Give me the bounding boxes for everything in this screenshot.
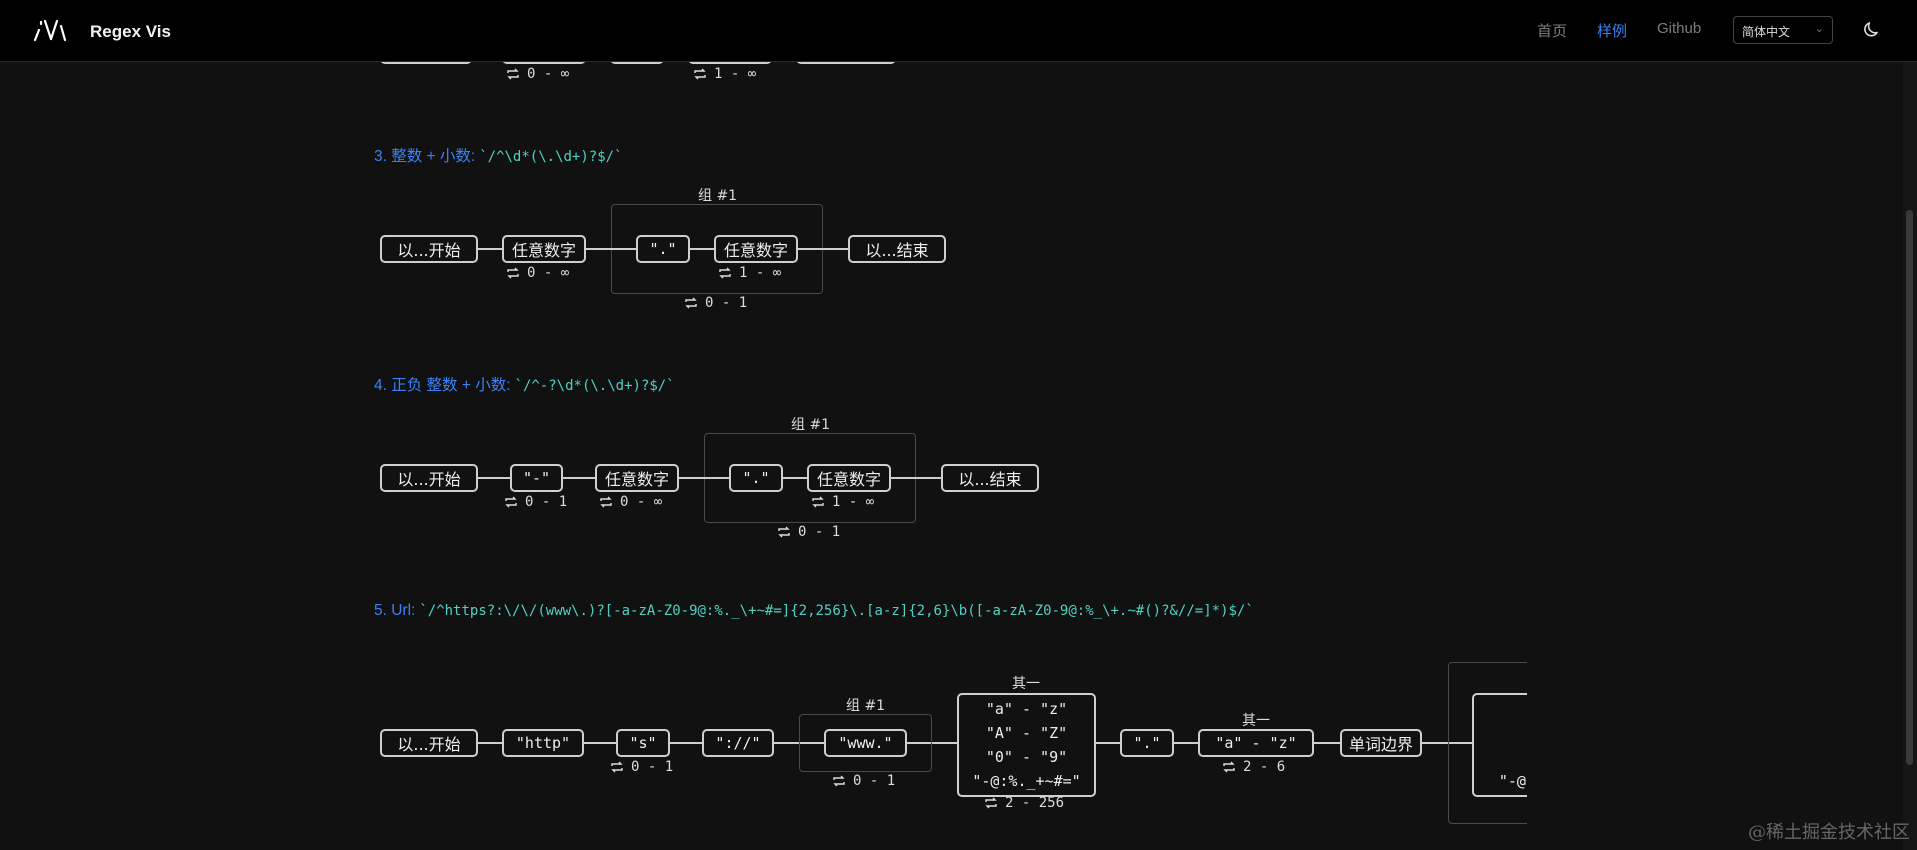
node-start[interactable]: 以...开始 [380, 729, 478, 757]
node-a-z[interactable]: "a" - "z" [1198, 729, 1314, 757]
regex-vis-logo[interactable] [32, 18, 68, 42]
language-select[interactable]: 简体中文 ⌄ [1733, 16, 1833, 44]
language-value: 简体中文 [1742, 25, 1791, 39]
quantifier: 0 - 1 [831, 773, 895, 789]
repeat-icon [1223, 761, 1235, 773]
app-title[interactable]: Regex Vis [90, 22, 171, 42]
quantifier: 2 - 256 [983, 795, 1064, 811]
link [1314, 742, 1340, 744]
range-item: "A" - "Z" [985, 724, 1068, 742]
watermark: @稀土掘金技术社区 [1748, 822, 1910, 843]
repeat-icon [611, 761, 623, 773]
moon-icon[interactable] [1862, 20, 1882, 40]
choice-label: 其一 [1012, 676, 1040, 692]
node-www[interactable]: "www." [824, 729, 907, 757]
choice-label: 其一 [1242, 713, 1270, 729]
link [1422, 742, 1448, 744]
node-http[interactable]: "http" [502, 729, 584, 757]
link [478, 742, 502, 744]
range-item: "0" - "9" [985, 748, 1068, 766]
nav-github[interactable]: Github [1657, 20, 1701, 37]
range-item: "-@:% [1498, 772, 1527, 790]
group-label: 组 #1 [846, 698, 886, 714]
nav-examples[interactable]: 样例 [1597, 20, 1627, 41]
repeat-icon [833, 775, 845, 787]
link [1174, 742, 1198, 744]
node-dot[interactable]: "." [1120, 729, 1174, 757]
scrollbar-thumb[interactable] [1906, 210, 1913, 765]
range-item: "-@:%._+~#=" [972, 772, 1081, 790]
link [584, 742, 616, 744]
node-char-set[interactable]: "a" - "z" "A" - "Z" "0" - "9" "-@:%._+~#… [957, 693, 1096, 797]
node-char-set[interactable]: " " " "-@:% [1472, 693, 1527, 797]
quantifier: 0 - 1 [609, 759, 673, 775]
nav-home[interactable]: 首页 [1537, 20, 1567, 41]
range-item: "a" - "z" [985, 700, 1068, 718]
example-5-diagram: 以...开始 "http" "s" "://" 组 #1 "www." 其一 "… [0, 0, 1527, 850]
repeat-icon [985, 797, 997, 809]
node-s[interactable]: "s" [616, 729, 670, 757]
link [1096, 742, 1120, 744]
chevron-down-icon: ⌄ [1814, 23, 1824, 35]
link [670, 742, 702, 744]
node-word-boundary[interactable]: 单词边界 [1340, 729, 1422, 757]
node-colon-slash[interactable]: "://" [702, 729, 774, 757]
quantifier: 2 - 6 [1221, 759, 1285, 775]
top-header: Regex Vis 首页 样例 Github 简体中文 ⌄ [0, 0, 1917, 62]
